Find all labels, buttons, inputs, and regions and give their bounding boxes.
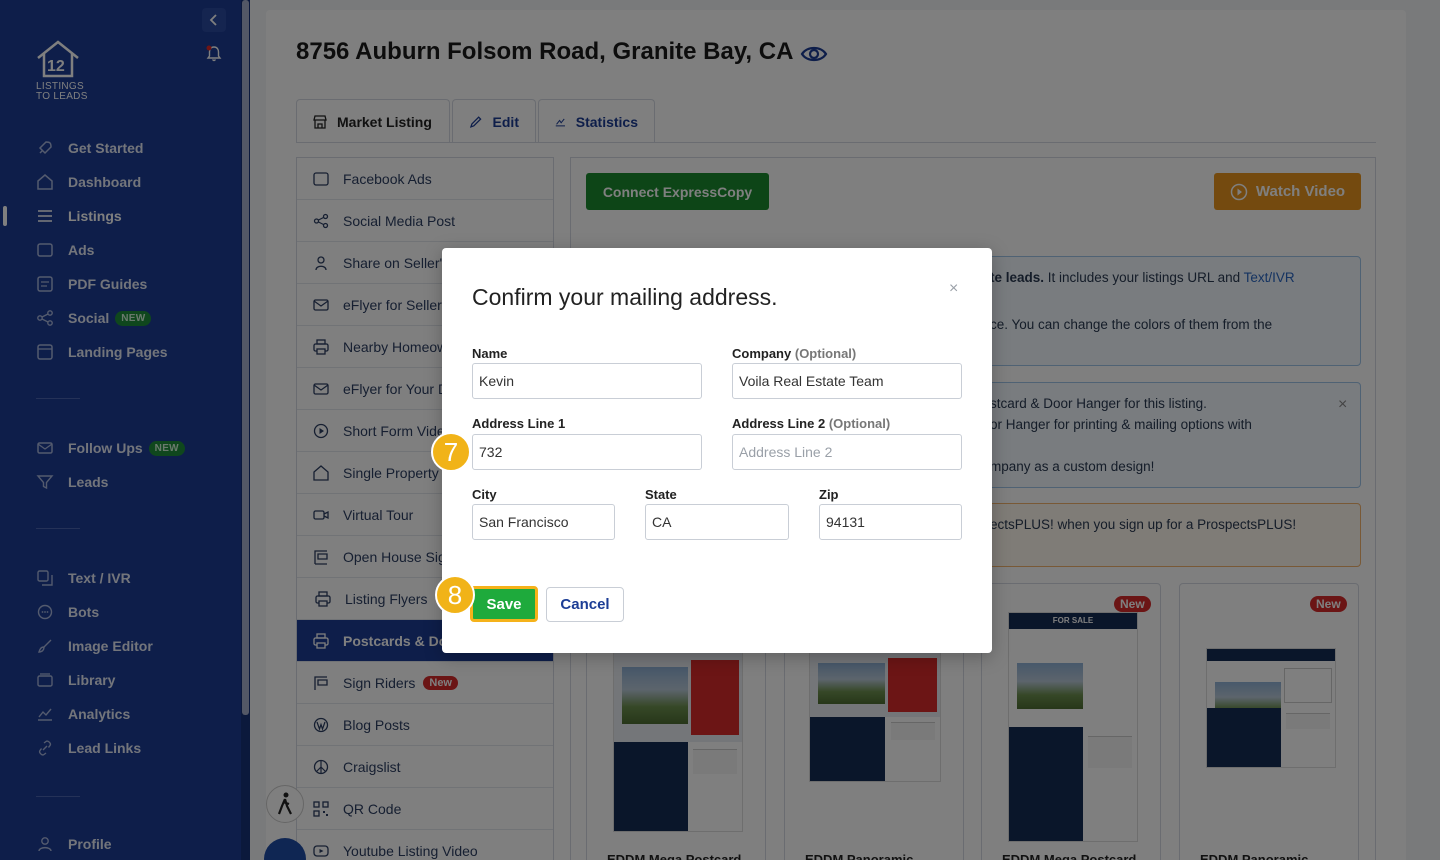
zip-label: Zip — [819, 487, 839, 502]
company-label: Company (Optional) — [732, 346, 856, 361]
zip-input[interactable] — [819, 504, 962, 540]
step-8-marker: 8 — [435, 575, 475, 615]
step-7-marker: 7 — [431, 432, 471, 472]
address1-input[interactable] — [472, 434, 702, 470]
optional-tag: (Optional) — [794, 346, 857, 361]
state-label: State — [645, 487, 677, 502]
cancel-button[interactable]: Cancel — [546, 587, 624, 622]
save-button[interactable]: Save — [470, 586, 538, 622]
close-icon[interactable]: × — [949, 280, 958, 298]
address1-label: Address Line 1 — [472, 416, 566, 431]
optional-tag: (Optional) — [828, 416, 891, 431]
address2-input[interactable] — [732, 434, 962, 470]
state-input[interactable] — [645, 504, 789, 540]
modal-title: Confirm your mailing address. — [472, 284, 778, 310]
name-label: Name — [472, 346, 508, 361]
name-input[interactable] — [472, 363, 702, 399]
city-input[interactable] — [472, 504, 615, 540]
company-label-text: Company — [732, 346, 792, 361]
city-label: City — [472, 487, 497, 502]
company-input[interactable] — [732, 363, 962, 399]
address2-label-text: Address Line 2 — [732, 416, 826, 431]
address2-label: Address Line 2 (Optional) — [732, 416, 890, 431]
